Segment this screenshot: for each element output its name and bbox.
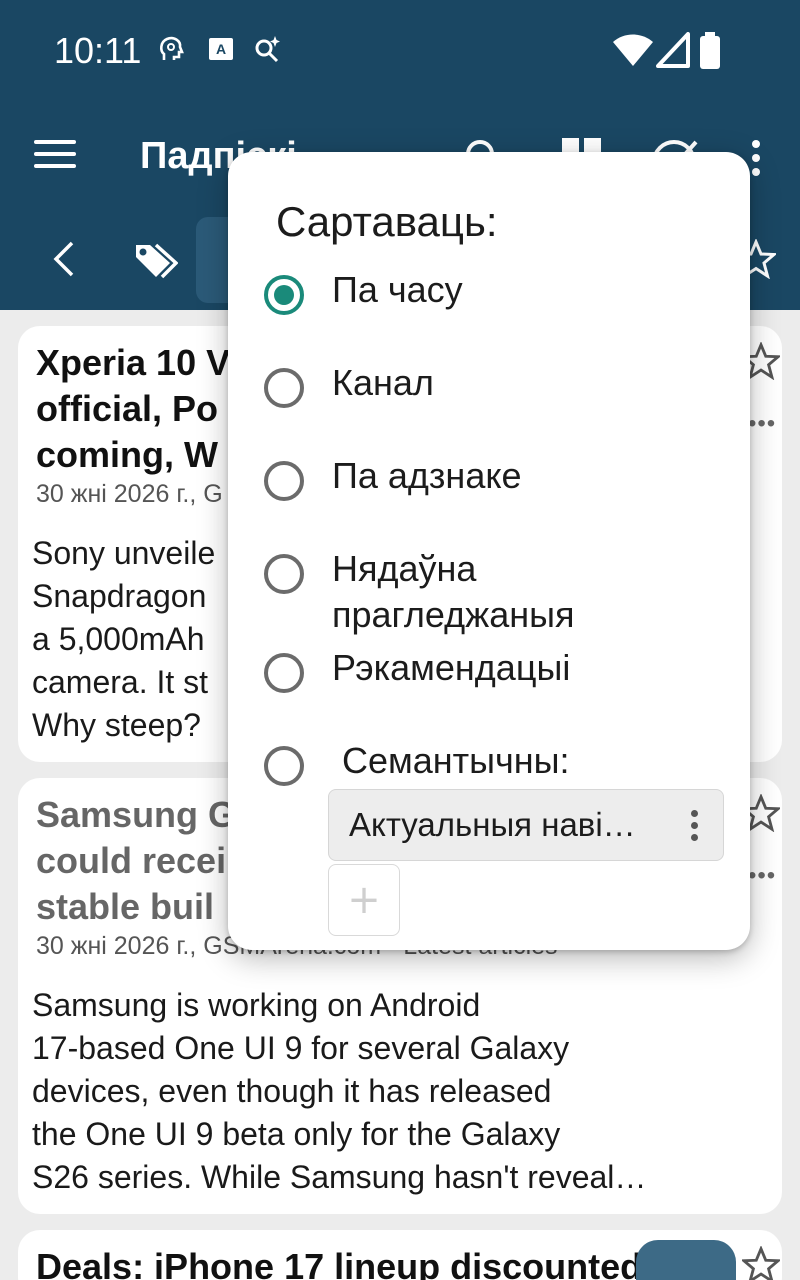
battery-icon [700, 32, 720, 69]
article-meta: 30 жні 2026 г., G [36, 480, 223, 508]
chevron-left-icon[interactable] [50, 239, 76, 279]
cellular-signal-icon [656, 32, 690, 68]
semantic-topic-label[interactable]: Актуальныя наві… [349, 806, 636, 844]
status-time: 10:11 [54, 30, 142, 71]
radio-button[interactable] [264, 653, 304, 693]
add-topic-button[interactable]: + [328, 864, 400, 936]
option-label[interactable]: Рэкамендацыі [332, 645, 722, 691]
tags-icon[interactable] [132, 241, 178, 281]
article-title[interactable]: Xperia 10 V official, Po coming, W [36, 340, 230, 478]
option-label[interactable]: Канал [332, 360, 722, 406]
card-more-icon[interactable]: ••• [748, 410, 776, 438]
menu-icon[interactable] [34, 140, 76, 176]
option-label[interactable]: Семантычны: [332, 738, 722, 784]
option-label[interactable]: Па часу [332, 267, 722, 313]
status-bar: 10:11 A [0, 0, 800, 100]
radio-button[interactable] [264, 461, 304, 501]
sort-dialog: Сартаваць: Па часу Канал Па адзнаке Няда… [228, 152, 750, 950]
radio-button[interactable] [264, 746, 304, 786]
search-sparkle-icon [255, 36, 280, 63]
article-summary: Sony unveile Snapdragon a 5,000mAh camer… [32, 535, 216, 743]
article-title[interactable]: Samsung G could recei stable buil [36, 792, 236, 930]
radio-button[interactable] [264, 275, 304, 315]
article-title[interactable]: Deals: iPhone 17 lineup discounted, [36, 1244, 652, 1280]
keyboard-a-icon: A [209, 38, 233, 60]
card-more-icon[interactable]: ••• [748, 862, 776, 890]
radio-button[interactable] [264, 368, 304, 408]
topic-more-icon[interactable] [691, 810, 699, 844]
dialog-title: Сартаваць: [276, 198, 498, 245]
option-label[interactable]: Нядаўна прагледжаныя [332, 546, 722, 638]
assistant-head-icon [160, 36, 184, 60]
overflow-menu-icon[interactable] [750, 140, 762, 180]
semantic-topic-chip[interactable]: Актуальныя наві… [328, 789, 724, 861]
plus-icon: + [347, 877, 381, 923]
svg-text:A: A [216, 41, 226, 57]
article-summary: Samsung is working on Android 17-based O… [32, 987, 647, 1195]
radio-button[interactable] [264, 554, 304, 594]
refresh-fab[interactable] [636, 1240, 736, 1280]
option-label[interactable]: Па адзнаке [332, 453, 722, 499]
favorite-star-icon[interactable] [742, 1246, 780, 1280]
wifi-icon [613, 34, 653, 66]
